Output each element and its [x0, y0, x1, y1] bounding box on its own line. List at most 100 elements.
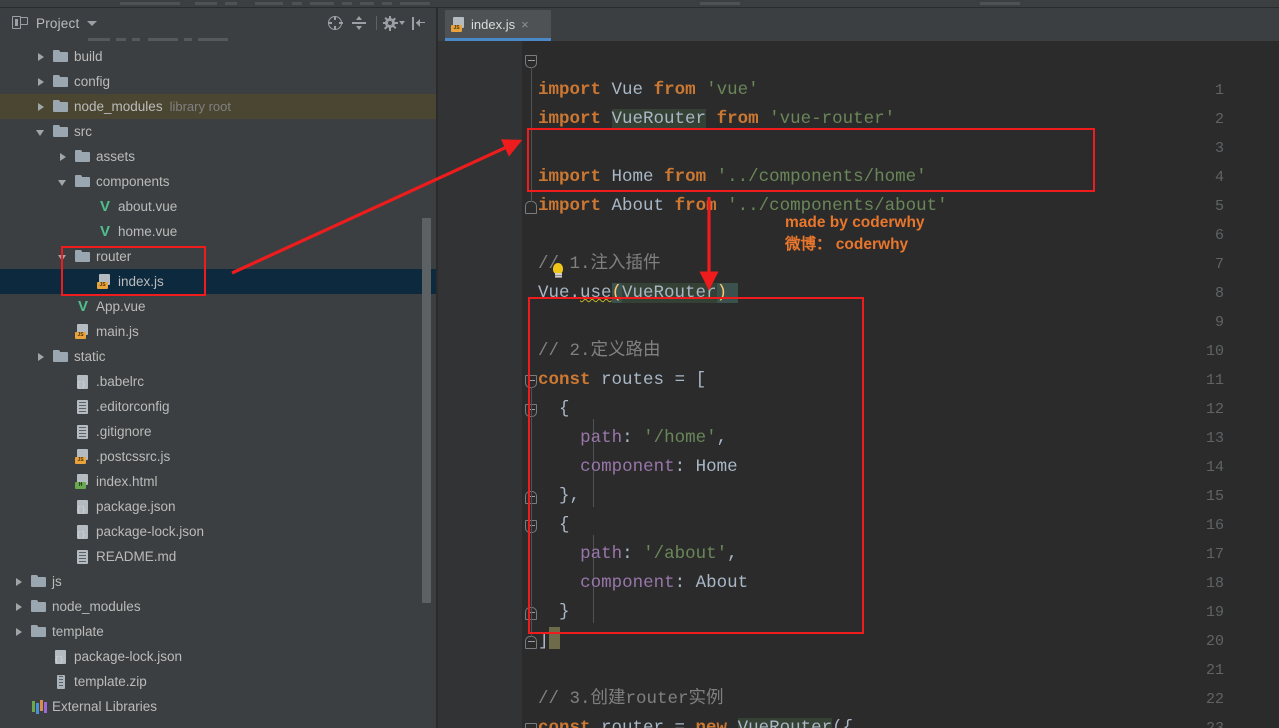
settings-gear-icon[interactable] [382, 12, 405, 34]
line-number: 2 [1214, 111, 1224, 128]
close-icon[interactable]: × [521, 18, 529, 31]
tree-item-app-vue[interactable]: V App.vue [0, 294, 437, 319]
fold-marker-line20[interactable] [525, 636, 539, 650]
tree-item-template[interactable]: template [0, 619, 437, 644]
tree-item-main-js[interactable]: main.js [0, 319, 437, 344]
line-number: 10 [1205, 343, 1224, 360]
tree-item--postcssrc-js[interactable]: .postcssrc.js [0, 444, 437, 469]
tree-item-label: .editorconfig [96, 399, 170, 414]
tree-item--editorconfig[interactable]: .editorconfig [0, 394, 437, 419]
tree-item-node-modules[interactable]: node_modules [0, 594, 437, 619]
chevron-right-icon[interactable] [14, 627, 24, 637]
chevron-right-icon[interactable] [36, 102, 46, 112]
code-line[interactable]: ] [538, 627, 560, 656]
tree-item-label: index.js [118, 274, 164, 289]
tree-item-node-modules[interactable]: node_modules library root [0, 94, 437, 119]
tree-item-components[interactable]: components [0, 169, 437, 194]
project-dropdown-caret-icon[interactable] [87, 20, 98, 26]
code-line[interactable]: const routes = [ [538, 366, 706, 395]
tree-item-readme-md[interactable]: README.md [0, 544, 437, 569]
code-line[interactable]: import Vue from 'vue' [538, 76, 759, 105]
chevron-down-icon[interactable] [58, 177, 68, 187]
code-line[interactable]: } [538, 598, 570, 627]
tree-item-src[interactable]: src [0, 119, 437, 144]
tab-index-js[interactable]: index.js × [445, 10, 551, 41]
tree-item-assets[interactable]: assets [0, 144, 437, 169]
tree-item--gitignore[interactable]: .gitignore [0, 419, 437, 444]
tree-item-static[interactable]: static [0, 344, 437, 369]
fold-marker-line11[interactable] [525, 375, 539, 389]
code-line[interactable]: import Home from '../components/home' [538, 163, 927, 192]
chevron-down-icon[interactable] [398, 21, 405, 25]
fold-marker-line5[interactable] [525, 201, 539, 215]
project-tree[interactable]: build config node_modules library root src as… [0, 38, 437, 728]
chevron-down-icon[interactable] [36, 127, 46, 137]
fold-marker-line12[interactable] [525, 404, 539, 418]
chevron-down-icon[interactable] [58, 252, 68, 262]
line-number: 16 [1205, 517, 1224, 534]
tree-item-label: config [74, 74, 111, 89]
code-line[interactable]: import VueRouter from 'vue-router' [538, 105, 895, 134]
intention-bulb-icon[interactable] [550, 263, 566, 281]
tree-item-package-json[interactable]: package.json [0, 494, 437, 519]
tree-item-index-html[interactable]: index.html [0, 469, 437, 494]
chevron-right-icon[interactable] [14, 577, 24, 587]
vue-icon: V [99, 223, 110, 240]
line-number: 17 [1205, 546, 1224, 563]
fold-marker-line23[interactable] [525, 723, 539, 728]
code-line[interactable]: // 2.定义路由 [538, 337, 661, 366]
tree-item-label: components [96, 174, 170, 189]
code-line[interactable]: // 3.创建router实例 [538, 685, 724, 714]
tree-vertical-scrollbar[interactable] [422, 218, 431, 603]
project-panel-toolbar [324, 8, 429, 38]
code-line[interactable]: const router = new VueRouter({ [538, 714, 853, 728]
tree-item-package-lock-json[interactable]: package-lock.json [0, 644, 437, 669]
chevron-right-icon[interactable] [36, 52, 46, 62]
fold-marker-line19[interactable] [525, 607, 539, 621]
code-line[interactable]: { [538, 395, 570, 424]
folder-icon [53, 124, 69, 139]
project-panel-header: Project [0, 8, 437, 38]
tree-item-build[interactable]: build [0, 44, 437, 69]
tree-item-package-lock-json[interactable]: package-lock.json [0, 519, 437, 544]
tree-item-js[interactable]: js [0, 569, 437, 594]
chevron-right-icon[interactable] [14, 602, 24, 612]
code-line[interactable]: path: '/home', [538, 424, 727, 453]
line-number: 8 [1214, 285, 1224, 302]
code-line[interactable]: Vue.use(VueRouter) [538, 279, 738, 308]
watermark-line-1: made by coderwhy [785, 214, 925, 231]
chevron-right-icon[interactable] [36, 77, 46, 87]
tree-item-router[interactable]: router [0, 244, 437, 269]
line-number: 5 [1214, 198, 1224, 215]
tree-item-about-vue[interactable]: Vabout.vue [0, 194, 437, 219]
line-number: 15 [1205, 488, 1224, 505]
fold-region-line-11-20 [531, 387, 532, 637]
tree-item-index-js[interactable]: index.js [0, 269, 437, 294]
fold-marker-line15[interactable] [525, 491, 539, 505]
code-editor[interactable]: 1234567891011121314151617181920212223 [438, 41, 1279, 728]
hide-panel-icon[interactable] [407, 12, 429, 34]
fold-marker-line1[interactable] [525, 55, 539, 69]
line-number: 12 [1205, 401, 1224, 418]
tree-item-sublabel: library root [169, 99, 231, 114]
tree-item-template-zip[interactable]: template.zip [0, 669, 437, 694]
chevron-right-icon[interactable] [58, 152, 68, 162]
code-line[interactable]: component: About [538, 569, 748, 598]
folder-icon [75, 174, 91, 189]
code-line[interactable]: path: '/about', [538, 540, 738, 569]
locate-in-tree-icon[interactable] [324, 12, 346, 34]
tree-item-external-libraries[interactable]: External Libraries [0, 694, 437, 719]
code-line[interactable]: { [538, 511, 570, 540]
code-line[interactable]: component: Home [538, 453, 738, 482]
js-icon [75, 449, 91, 464]
code-line[interactable]: }, [538, 482, 580, 511]
tree-item--babelrc[interactable]: .babelrc [0, 369, 437, 394]
fold-marker-line16[interactable] [525, 520, 539, 534]
chevron-right-icon[interactable] [36, 352, 46, 362]
editor-area: index.js × 12345678910111213141516171819… [438, 8, 1279, 728]
tree-item-label: router [96, 249, 132, 264]
tree-item-config[interactable]: config [0, 69, 437, 94]
collapse-all-icon[interactable] [348, 12, 370, 34]
tree-item-home-vue[interactable]: Vhome.vue [0, 219, 437, 244]
